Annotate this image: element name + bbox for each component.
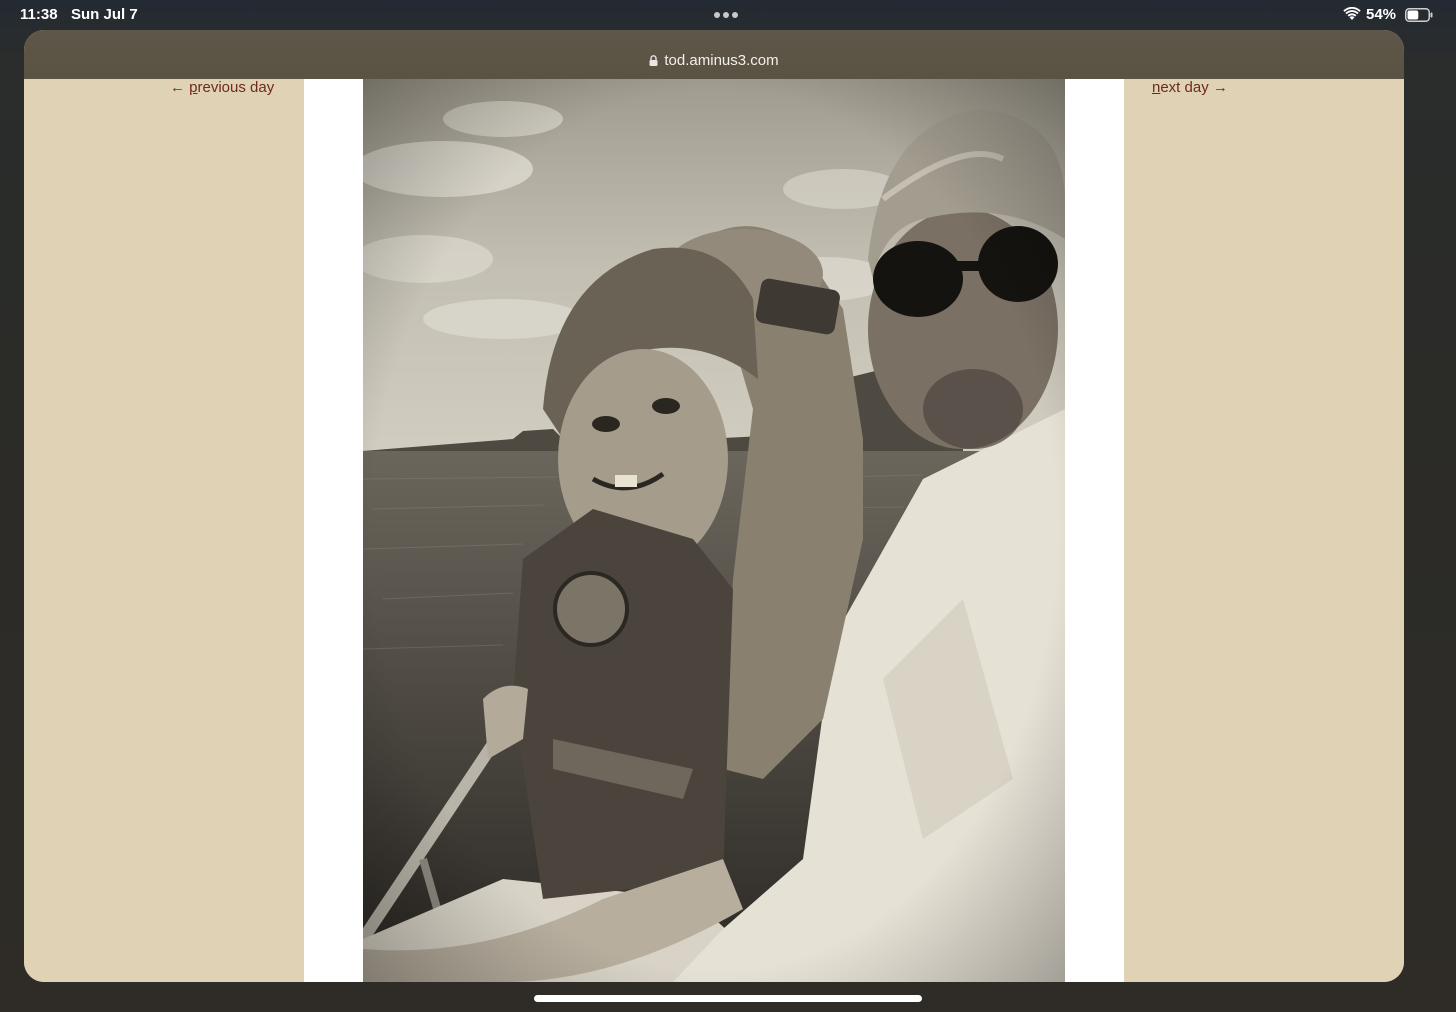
left-arrow-icon: ←	[170, 79, 190, 96]
url-field[interactable]: tod.aminus3.com	[24, 52, 1404, 69]
previous-day-label: revious day	[197, 79, 275, 96]
home-indicator[interactable]	[534, 995, 922, 1002]
previous-day-accesskey: p	[189, 79, 198, 96]
address-bar[interactable]: tod.aminus3.com	[24, 30, 1404, 79]
battery-icon	[1405, 8, 1433, 22]
photo-image	[363, 79, 1065, 982]
status-time: 11:38	[20, 6, 58, 23]
dot-icon	[732, 12, 738, 18]
status-bar: 11:38 Sun Jul 7 54%	[0, 0, 1456, 30]
status-date: Sun Jul 7	[71, 6, 138, 23]
url-text: tod.aminus3.com	[664, 52, 779, 69]
battery-percent: 54%	[1366, 6, 1397, 23]
wifi-icon	[1343, 7, 1361, 20]
photo-frame	[304, 79, 1124, 982]
dot-icon	[723, 12, 729, 18]
previous-day-link[interactable]: ← previous day	[170, 79, 274, 96]
right-arrow-icon: →	[1208, 79, 1228, 96]
lock-icon	[649, 55, 658, 66]
ipad-screen: 11:38 Sun Jul 7 54% tod.aminus3.com ← pr…	[0, 0, 1456, 1012]
multitasking-menu[interactable]	[714, 12, 738, 18]
dot-icon	[714, 12, 720, 18]
next-day-link[interactable]: next day →	[1152, 79, 1228, 96]
photo-of-the-day[interactable]	[363, 79, 1065, 982]
next-day-label: ext day	[1160, 79, 1209, 96]
safari-window: tod.aminus3.com ← previous day next day …	[24, 30, 1404, 982]
web-page: ← previous day next day →	[24, 79, 1404, 982]
